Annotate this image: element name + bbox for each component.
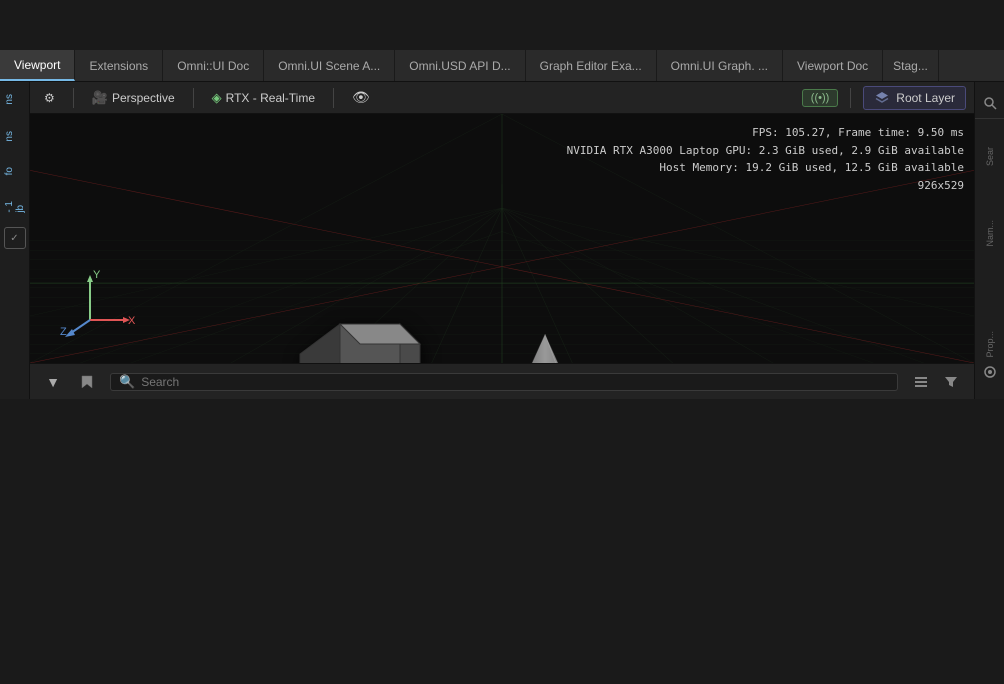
right-panel-search-section bbox=[975, 88, 1004, 119]
rtx-label: RTX - Real-Time bbox=[226, 91, 315, 105]
left-panel-item-1[interactable]: ns bbox=[2, 86, 27, 113]
bookmark-icon[interactable] bbox=[76, 371, 98, 393]
viewport-toolbar: ⚙ 🎥 Perspective ◈ RTX - Real-Time 👁 ((•)… bbox=[30, 82, 974, 114]
settings-button[interactable]: ⚙ bbox=[38, 89, 61, 107]
search-input[interactable] bbox=[141, 375, 889, 389]
right-panel-search-label: Sear bbox=[985, 147, 995, 166]
resolution-stat: 926x529 bbox=[567, 177, 964, 195]
memory-stat: Host Memory: 19.2 GiB used, 12.5 GiB ava… bbox=[567, 159, 964, 177]
left-panel-item-4[interactable]: - 1jb bbox=[2, 193, 27, 221]
settings-icon: ⚙ bbox=[44, 91, 55, 105]
axis-indicator: Y X Z bbox=[60, 260, 140, 343]
layers-icon bbox=[874, 90, 890, 106]
toolbar-separator-1 bbox=[73, 88, 74, 108]
left-panel: ns ns fo - 1jb ✓ bbox=[0, 82, 30, 399]
cube-object bbox=[290, 314, 430, 363]
rtx-icon: ◈ bbox=[212, 90, 222, 106]
tab-more[interactable]: Stag... bbox=[883, 50, 939, 81]
toolbar-separator-2 bbox=[193, 88, 194, 108]
right-panel-prop-label: Prop... bbox=[985, 331, 995, 358]
tab-bar: Viewport Extensions Omni::UI Doc Omni.UI… bbox=[0, 50, 1004, 82]
right-panel-name-label: Nam... bbox=[985, 220, 995, 247]
tab-viewport-doc[interactable]: Viewport Doc bbox=[783, 50, 883, 81]
gpu-stat: NVIDIA RTX A3000 Laptop GPU: 2.3 GiB use… bbox=[567, 142, 964, 160]
fps-stat: FPS: 105.27, Frame time: 9.50 ms bbox=[567, 124, 964, 142]
right-search-icon[interactable] bbox=[979, 92, 1001, 114]
rtx-button[interactable]: ◈ RTX - Real-Time bbox=[206, 88, 321, 108]
viewport-area: ⚙ 🎥 Perspective ◈ RTX - Real-Time 👁 ((•)… bbox=[30, 82, 974, 399]
toolbar-right: ((•)) Root Layer bbox=[802, 86, 966, 110]
right-panel: Sear Nam... Prop... bbox=[974, 82, 1004, 399]
tab-omniusd-api[interactable]: Omni.USD API D... bbox=[395, 50, 525, 81]
search-bar[interactable]: 🔍 bbox=[110, 373, 898, 391]
svg-text:Y: Y bbox=[93, 269, 101, 281]
eye-button[interactable]: 👁 bbox=[346, 87, 376, 108]
eye-icon: 👁 bbox=[352, 89, 370, 106]
svg-text:Z: Z bbox=[60, 326, 67, 338]
left-panel-item-3[interactable]: fo bbox=[2, 159, 27, 183]
top-bar bbox=[0, 0, 1004, 50]
cone-object bbox=[490, 324, 600, 363]
svg-text:X: X bbox=[128, 315, 136, 327]
search-icon: 🔍 bbox=[119, 374, 135, 390]
camera-label: Perspective bbox=[112, 91, 175, 105]
stats-overlay: FPS: 105.27, Frame time: 9.50 ms NVIDIA … bbox=[567, 124, 964, 194]
filter-icon[interactable]: ▼ bbox=[42, 371, 64, 393]
streaming-icon-symbol: ((•)) bbox=[811, 92, 830, 104]
root-layer-label: Root Layer bbox=[896, 91, 955, 105]
bottom-bar: ▼ 🔍 bbox=[30, 363, 974, 399]
streaming-button[interactable]: ((•)) bbox=[802, 89, 839, 107]
tab-graph-editor[interactable]: Graph Editor Exa... bbox=[526, 50, 657, 81]
tab-omniui-doc[interactable]: Omni::UI Doc bbox=[163, 50, 264, 81]
right-circle-icon[interactable] bbox=[979, 361, 1001, 383]
main-layout: ns ns fo - 1jb ✓ ⚙ 🎥 Perspective ◈ RTX -… bbox=[0, 82, 1004, 399]
root-layer-button[interactable]: Root Layer bbox=[863, 86, 966, 110]
toolbar-separator-4 bbox=[850, 88, 851, 108]
tab-extensions[interactable]: Extensions bbox=[75, 50, 163, 81]
tab-omniui-scene[interactable]: Omni.UI Scene A... bbox=[264, 50, 395, 81]
left-panel-item-2[interactable]: ns bbox=[2, 123, 27, 150]
camera-button[interactable]: 🎥 Perspective bbox=[86, 88, 181, 108]
toolbar-separator-3 bbox=[333, 88, 334, 108]
tab-viewport[interactable]: Viewport bbox=[0, 50, 75, 81]
filter-funnel-icon[interactable] bbox=[940, 371, 962, 393]
camera-icon: 🎥 bbox=[92, 90, 108, 106]
viewport-canvas[interactable]: FPS: 105.27, Frame time: 9.50 ms NVIDIA … bbox=[30, 114, 974, 363]
list-view-icon[interactable] bbox=[910, 371, 932, 393]
bottom-right-icons bbox=[910, 371, 962, 393]
left-panel-checkbox[interactable]: ✓ bbox=[4, 227, 26, 249]
tab-omniui-graph[interactable]: Omni.UI Graph. ... bbox=[657, 50, 783, 81]
